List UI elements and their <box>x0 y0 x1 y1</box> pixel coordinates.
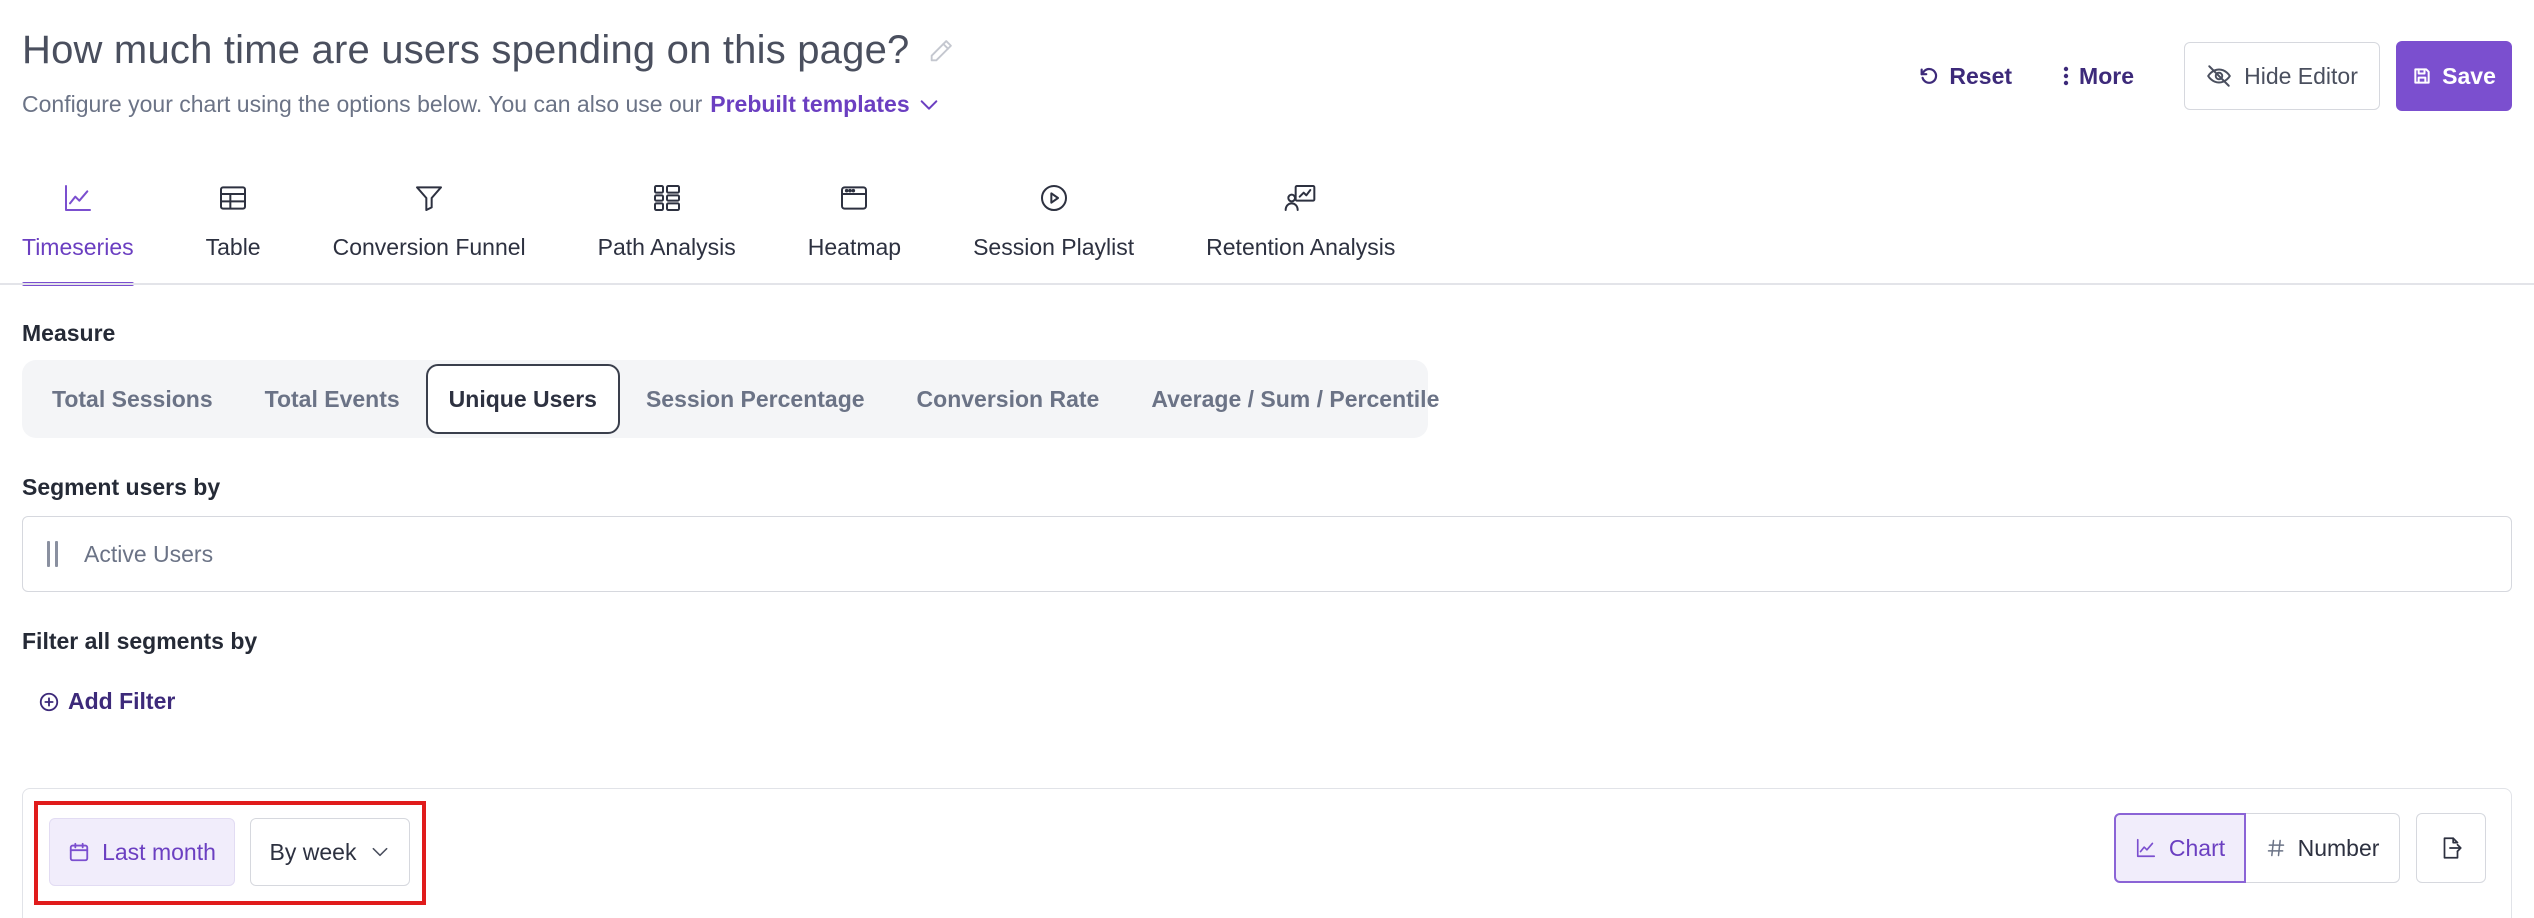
save-label: Save <box>2442 62 2496 89</box>
tab-path-analysis[interactable]: Path Analysis <box>598 178 808 284</box>
measure-selector: Total Sessions Total Events Unique Users… <box>22 360 1439 438</box>
table-icon <box>213 178 253 218</box>
segment-users-field[interactable]: Active Users <box>22 516 2512 592</box>
pencil-icon[interactable] <box>927 37 955 65</box>
line-chart-icon <box>58 178 98 218</box>
tab-table[interactable]: Table <box>206 178 333 284</box>
more-button[interactable]: More <box>2062 63 2134 90</box>
more-label: More <box>2079 62 2134 89</box>
drag-handle-icon[interactable] <box>47 541 58 567</box>
view-number-button[interactable]: Number <box>2246 813 2400 883</box>
retention-icon <box>1281 178 1321 218</box>
top-actions: Reset More Hide Editor Save <box>1918 41 2512 111</box>
path-analysis-icon <box>647 178 687 218</box>
date-range-label: Last month <box>102 838 216 865</box>
heatmap-icon <box>834 178 874 218</box>
tab-label: Heatmap <box>807 234 902 260</box>
measure-label: Measure <box>22 320 116 346</box>
view-chart-label: Chart <box>2168 834 2226 861</box>
header: How much time are users spending on this… <box>22 28 955 118</box>
granularity-select[interactable]: By week <box>250 818 410 886</box>
tab-label: Retention Analysis <box>1206 234 1396 260</box>
eye-off-icon <box>2207 65 2231 87</box>
hide-editor-label: Hide Editor <box>2244 62 2358 89</box>
measure-option-average-sum-percentile[interactable]: Average / Sum / Percentile <box>1125 364 1465 434</box>
page-title-text: How much time are users spending on this… <box>22 28 910 72</box>
granularity-label: By week <box>269 838 357 865</box>
calendar-icon <box>69 842 89 862</box>
funnel-icon <box>409 178 449 218</box>
export-icon <box>2443 837 2462 859</box>
hash-icon <box>2267 839 2284 857</box>
subtitle-text: Configure your chart using the options b… <box>22 91 703 117</box>
page-title: How much time are users spending on this… <box>22 28 955 73</box>
tabs-divider <box>0 283 2534 285</box>
segment-label: Segment users by <box>22 474 221 500</box>
tab-conversion-funnel[interactable]: Conversion Funnel <box>333 178 598 284</box>
measure-option-conversion-rate[interactable]: Conversion Rate <box>891 364 1126 434</box>
view-chart-button[interactable]: Chart <box>2114 813 2246 883</box>
hide-editor-button[interactable]: Hide Editor <box>2184 42 2380 110</box>
chevron-down-icon <box>373 847 388 857</box>
chart-type-tabs: Timeseries Table Conversion Funnel Path … <box>22 178 1467 286</box>
tab-retention-analysis[interactable]: Retention Analysis <box>1206 178 1467 284</box>
play-circle-icon <box>1034 178 1074 218</box>
tab-label: Session Playlist <box>973 234 1135 260</box>
plus-circle-icon <box>39 692 59 711</box>
line-chart-icon <box>2136 838 2155 858</box>
save-icon <box>2414 68 2430 84</box>
segment-value: Active Users <box>84 540 214 567</box>
prebuilt-templates-label: Prebuilt templates <box>710 91 910 117</box>
tab-label: Timeseries <box>22 234 134 260</box>
tab-session-playlist[interactable]: Session Playlist <box>973 178 1206 284</box>
reset-icon <box>1920 67 1938 84</box>
measure-option-total-sessions[interactable]: Total Sessions <box>26 364 239 434</box>
tab-label: Conversion Funnel <box>332 234 526 260</box>
tab-label: Table <box>205 234 261 260</box>
measure-option-total-events[interactable]: Total Events <box>239 364 426 434</box>
date-range-button[interactable]: Last month <box>49 818 235 886</box>
chevron-down-icon <box>920 99 937 110</box>
measure-option-unique-users[interactable]: Unique Users <box>425 364 620 434</box>
reset-button[interactable]: Reset <box>1918 63 2012 90</box>
prebuilt-templates-link[interactable]: Prebuilt templates <box>710 91 939 118</box>
tab-heatmap[interactable]: Heatmap <box>808 178 973 284</box>
export-button[interactable] <box>2416 813 2486 883</box>
add-filter-button[interactable]: Add Filter <box>38 688 175 715</box>
tab-timeseries[interactable]: Timeseries <box>22 178 206 286</box>
filter-label: Filter all segments by <box>22 628 258 654</box>
page-subtitle: Configure your chart using the options b… <box>22 91 955 118</box>
save-button[interactable]: Save <box>2396 41 2512 111</box>
more-vertical-icon <box>2063 66 2069 86</box>
tab-label: Path Analysis <box>597 234 736 260</box>
reset-label: Reset <box>1949 62 2013 89</box>
view-number-label: Number <box>2297 834 2380 861</box>
add-filter-label: Add Filter <box>68 688 176 714</box>
measure-option-session-percentage[interactable]: Session Percentage <box>620 364 891 434</box>
view-toggle: Chart Number <box>2114 813 2400 883</box>
